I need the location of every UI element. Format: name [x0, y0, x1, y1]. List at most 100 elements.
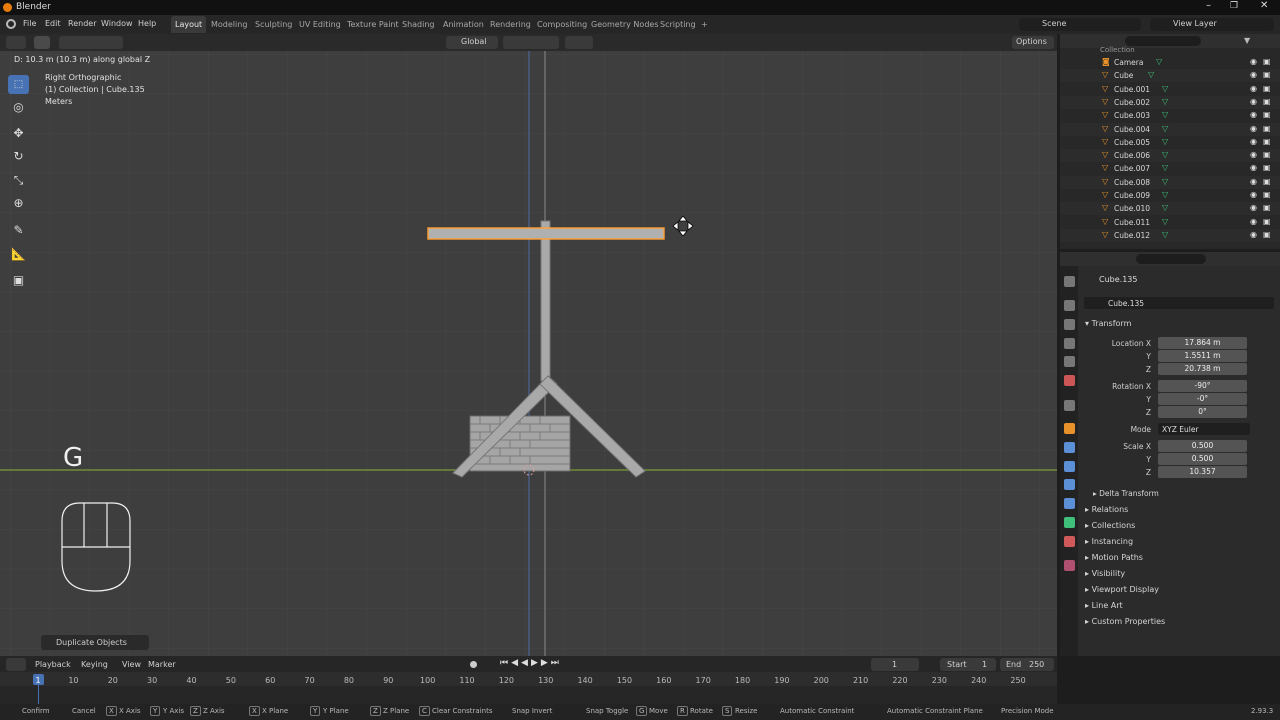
render-toggle-icon[interactable]: ▣ — [1263, 110, 1271, 119]
panel-header[interactable]: ▸ Line Art — [1085, 601, 1123, 610]
menu-help[interactable]: Help — [138, 19, 156, 28]
render-toggle-icon[interactable]: ▣ — [1263, 124, 1271, 133]
panel-header[interactable]: ▸ Custom Properties — [1085, 617, 1165, 626]
outliner-row[interactable]: ▽ Cube.010 ▽ ◉ ▣ — [1060, 202, 1280, 216]
data-tab-icon[interactable] — [1064, 517, 1075, 528]
eye-icon[interactable]: ◉ — [1250, 230, 1257, 239]
outliner-row[interactable]: ▽ Cube ▽ ◉ ▣ — [1060, 69, 1280, 83]
render-toggle-icon[interactable]: ▣ — [1263, 203, 1271, 212]
playback-menu[interactable]: Playback — [35, 660, 71, 669]
collection-tab-icon[interactable] — [1064, 400, 1075, 411]
tab-rendering[interactable]: Rendering — [486, 16, 535, 33]
tab-layout[interactable]: Layout — [171, 16, 207, 33]
measure-icon[interactable]: 📐 — [8, 245, 29, 264]
tab-texture-paint[interactable]: Texture Paint — [343, 16, 403, 33]
filter-icon[interactable]: ▼ — [1244, 36, 1250, 45]
modifier-tab-icon[interactable] — [1064, 442, 1075, 453]
outliner-row[interactable]: ▽ Cube.002 ▽ ◉ ▣ — [1060, 95, 1280, 109]
menu-file[interactable]: File — [23, 19, 36, 28]
eye-icon[interactable]: ◉ — [1250, 203, 1257, 212]
mesh-data-icon[interactable]: ▽ — [1162, 97, 1168, 106]
location-y-field[interactable]: 1.5511 m — [1158, 350, 1247, 362]
rotation-y-field[interactable]: -0° — [1158, 393, 1247, 405]
pivot-button[interactable] — [503, 36, 559, 49]
transform-panel-header[interactable]: ▾ Transform — [1085, 319, 1131, 328]
particles-tab-icon[interactable] — [1064, 461, 1075, 472]
outliner-row[interactable]: ▽ Cube.003 ▽ ◉ ▣ — [1060, 109, 1280, 122]
outliner-row[interactable]: ▽ Cube.001 ▽ ◉ ▣ — [1060, 83, 1280, 96]
mesh-data-icon[interactable]: ▽ — [1162, 84, 1168, 93]
material-tab-icon[interactable] — [1064, 536, 1075, 547]
record-icon[interactable] — [470, 661, 477, 668]
outliner-row[interactable]: ▽ Cube.004 ▽ ◉ ▣ — [1060, 122, 1280, 136]
annotate-icon[interactable]: ✎ — [8, 221, 29, 240]
tab-scripting[interactable]: Scripting — [656, 16, 700, 33]
playback-controls[interactable]: ⏮◀◀▶▶⏭ — [500, 658, 562, 668]
tool-tab-icon[interactable] — [1064, 276, 1075, 287]
eye-icon[interactable]: ◉ — [1250, 177, 1257, 186]
texture-tab-icon[interactable] — [1064, 560, 1075, 571]
operator-panel[interactable]: Duplicate Objects — [41, 635, 149, 650]
menu-edit[interactable]: Edit — [45, 19, 61, 28]
eye-icon[interactable]: ◉ — [1250, 150, 1257, 159]
close-button[interactable]: ✕ — [1260, 0, 1268, 11]
mesh-data-icon[interactable]: ▽ — [1162, 110, 1168, 119]
proportional-button[interactable] — [565, 36, 593, 49]
timeline-editor-button[interactable] — [6, 658, 26, 671]
add-cube-icon[interactable]: ▣ — [8, 271, 29, 290]
location-x-field[interactable]: 17.864 m — [1158, 337, 1247, 349]
tab-uv-editing[interactable]: UV Editing — [295, 16, 345, 33]
scale-icon[interactable]: ⤡ — [8, 171, 29, 190]
panel-header[interactable]: ▸ Motion Paths — [1085, 553, 1143, 562]
panel-header[interactable]: ▸ Visibility — [1085, 569, 1125, 578]
select-box-tool[interactable]: ⬚ — [8, 75, 29, 94]
marker-menu[interactable]: Marker — [148, 660, 176, 669]
menu-render[interactable]: Render — [68, 19, 96, 28]
scene-selector[interactable] — [1019, 18, 1141, 31]
eye-icon[interactable]: ◉ — [1250, 110, 1257, 119]
outliner-row[interactable]: ◙ Camera ▽ ◉ ▣ — [1060, 56, 1280, 69]
minimize-button[interactable]: – — [1206, 0, 1211, 11]
render-toggle-icon[interactable]: ▣ — [1263, 97, 1271, 106]
eye-icon[interactable]: ◉ — [1250, 124, 1257, 133]
world-tab-icon[interactable] — [1064, 375, 1075, 386]
outliner-row[interactable]: ▽ Cube.012 ▽ ◉ ▣ — [1060, 228, 1280, 242]
move-icon[interactable]: ✥ — [8, 124, 29, 143]
mesh-data-icon[interactable]: ▽ — [1162, 137, 1168, 146]
tab-animation[interactable]: Animation — [439, 16, 488, 33]
physics-tab-icon[interactable] — [1064, 479, 1075, 490]
panel-header[interactable]: ▸ Collections — [1085, 521, 1135, 530]
select-mode-button[interactable] — [34, 36, 50, 49]
mesh-data-icon[interactable]: ▽ — [1148, 70, 1154, 79]
menu-window[interactable]: Window — [101, 19, 133, 28]
outliner-search-input[interactable] — [1125, 36, 1201, 46]
viewport-scene[interactable] — [0, 51, 1057, 656]
mesh-data-icon[interactable]: ▽ — [1162, 203, 1168, 212]
location-z-field[interactable]: 20.738 m — [1158, 363, 1247, 375]
rotation-x-field[interactable]: -90° — [1158, 380, 1247, 392]
transform-icon[interactable]: ⊕ — [8, 194, 29, 213]
mesh-data-icon[interactable]: ▽ — [1162, 163, 1168, 172]
eye-icon[interactable]: ◉ — [1250, 217, 1257, 226]
tab-compositing[interactable]: Compositing — [533, 16, 591, 33]
render-toggle-icon[interactable]: ▣ — [1263, 84, 1271, 93]
render-tab-icon[interactable] — [1064, 300, 1075, 311]
3d-viewport[interactable]: D: 10.3 m (10.3 m) along global Z Right … — [0, 51, 1057, 656]
collection-row[interactable]: Collection — [1100, 46, 1135, 54]
outliner-row[interactable]: ▽ Cube.006 ▽ ◉ ▣ — [1060, 149, 1280, 163]
constraints-tab-icon[interactable] — [1064, 498, 1075, 509]
properties-search-input[interactable] — [1136, 254, 1206, 264]
view-layer-tab-icon[interactable] — [1064, 338, 1075, 349]
render-toggle-icon[interactable]: ▣ — [1263, 57, 1271, 66]
eye-icon[interactable]: ◉ — [1250, 137, 1257, 146]
view-menu[interactable]: View — [122, 660, 141, 669]
render-toggle-icon[interactable]: ▣ — [1263, 163, 1271, 172]
eye-icon[interactable]: ◉ — [1250, 97, 1257, 106]
cursor-icon[interactable]: ◎ — [8, 98, 29, 117]
render-toggle-icon[interactable]: ▣ — [1263, 150, 1271, 159]
scale-z-field[interactable]: 10.357 — [1158, 466, 1247, 478]
add-workspace-button[interactable]: + — [697, 16, 712, 33]
render-toggle-icon[interactable]: ▣ — [1263, 230, 1271, 239]
editor-type-button[interactable] — [6, 36, 26, 49]
mesh-data-icon[interactable]: ▽ — [1162, 124, 1168, 133]
